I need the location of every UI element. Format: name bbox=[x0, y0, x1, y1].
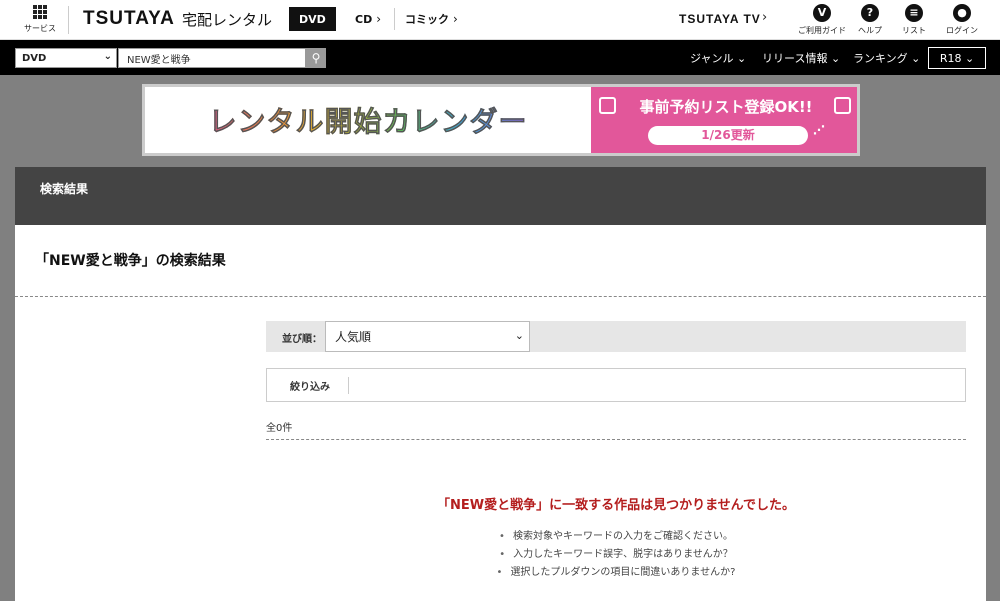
search-icon: ⚲ bbox=[311, 51, 321, 65]
guide-icon: V bbox=[813, 4, 831, 22]
tsutaya-logo[interactable]: TSUTAYA bbox=[83, 8, 175, 30]
sort-label: 並び順： bbox=[282, 334, 322, 345]
grid-icon bbox=[33, 5, 47, 19]
page-title: 「NEW愛と戦争」の検索結果 bbox=[35, 253, 226, 269]
list-item: 選択したプルダウンの項目に間違いありませんか? bbox=[266, 564, 966, 582]
list-icon: ≡ bbox=[905, 4, 923, 22]
service-menu-button[interactable]: サービス bbox=[22, 5, 58, 34]
divider bbox=[15, 296, 986, 297]
list-button[interactable]: ≡ リスト bbox=[887, 4, 941, 36]
category-tab-dvd[interactable]: DVD bbox=[289, 7, 336, 31]
nav-release-label: リリース情報 bbox=[762, 52, 828, 65]
chevron-down-icon: ⌄ bbox=[514, 329, 524, 342]
login-button[interactable]: ● ログイン bbox=[935, 4, 989, 36]
chevron-down-icon: ⌄ bbox=[103, 51, 112, 62]
guide-label: ご利用ガイド bbox=[798, 26, 846, 35]
sparkle-icon: ⋰ bbox=[813, 123, 825, 137]
sort-select[interactable]: 人気順 ⌄ bbox=[325, 321, 530, 352]
list-item: 入力したキーワード誤字、脱字はありませんか？ bbox=[266, 546, 966, 564]
chevron-right-icon: › bbox=[453, 12, 458, 26]
sort-value: 人気順 bbox=[335, 330, 372, 344]
chevron-down-icon: ⌄ bbox=[911, 52, 921, 65]
search-tips-list: 検索対象やキーワードの入力をご確認ください。 入力したキーワード誤字、脱字はあり… bbox=[266, 528, 966, 582]
divider bbox=[348, 377, 349, 394]
divider bbox=[266, 439, 966, 440]
nav-genre-label: ジャンル bbox=[690, 52, 734, 65]
search-category-select[interactable]: DVD ⌄ bbox=[15, 48, 117, 68]
list-item: 検索対象やキーワードの入力をご確認ください。 bbox=[266, 528, 966, 546]
banner-promo: 事前予約リスト登録OK!! 1/26更新 ⋰ bbox=[591, 87, 857, 153]
search-category-value: DVD bbox=[22, 52, 47, 64]
calendar-icon bbox=[834, 97, 851, 114]
chevron-right-icon: › bbox=[762, 10, 768, 25]
no-results-message: 「NEW愛と戦争」に一致する作品は見つかりませんでした。 bbox=[436, 498, 796, 513]
chevron-down-icon: ⌄ bbox=[830, 52, 841, 65]
user-icon: ● bbox=[953, 4, 971, 22]
list-label: リスト bbox=[902, 26, 926, 35]
tsutaya-tv-link[interactable]: TSUTAYA TV bbox=[679, 12, 761, 26]
help-icon: ? bbox=[861, 4, 879, 22]
chevron-right-icon: › bbox=[376, 12, 382, 26]
login-label: ログイン bbox=[946, 26, 978, 35]
result-count: 全0件 bbox=[266, 423, 293, 434]
r18-label: R18 bbox=[939, 51, 962, 65]
banner-left: レンタル開始カレンダー bbox=[145, 87, 591, 153]
category-tab-label: DVD bbox=[299, 12, 326, 26]
filter-bar: 絞り込み bbox=[266, 368, 966, 402]
chevron-down-icon: ⌄ bbox=[961, 51, 975, 65]
filter-button[interactable]: 絞り込み bbox=[290, 378, 330, 393]
rental-calendar-banner[interactable]: レンタル開始カレンダー 事前予約リスト登録OK!! 1/26更新 ⋰ bbox=[142, 84, 860, 156]
logo-subtitle[interactable]: 宅配レンタル bbox=[182, 9, 272, 30]
category-tab-cd[interactable]: CD › bbox=[345, 7, 391, 31]
panel-header: 検索結果 bbox=[15, 167, 986, 225]
banner-title: レンタル開始カレンダー bbox=[208, 100, 527, 140]
search-bar: DVD ⌄ NEW愛と戦争 ⚲ ジャンル ⌄ リリース情報 ⌄ ランキング ⌄ … bbox=[0, 40, 1000, 75]
nav-release-info[interactable]: リリース情報 ⌄ bbox=[762, 50, 840, 66]
banner-updated: 1/26更新 bbox=[648, 126, 808, 145]
category-tab-label: コミック bbox=[405, 13, 449, 26]
service-label: サービス bbox=[24, 24, 56, 33]
guide-button[interactable]: V ご利用ガイド bbox=[795, 4, 849, 36]
search-button[interactable]: ⚲ bbox=[306, 48, 326, 68]
nav-ranking[interactable]: ランキング ⌄ bbox=[853, 50, 920, 66]
panel-header-title: 検索結果 bbox=[40, 182, 89, 196]
sort-bar: 並び順： 人気順 ⌄ bbox=[266, 321, 966, 352]
r18-button[interactable]: R18 ⌄ bbox=[928, 47, 986, 69]
nav-genre[interactable]: ジャンル ⌄ bbox=[690, 50, 746, 66]
divider bbox=[68, 6, 69, 34]
banner-promo-text: 事前予約リスト登録OK!! bbox=[639, 98, 813, 116]
top-header: サービス TSUTAYA 宅配レンタル DVD CD › コミック › TSUT… bbox=[0, 0, 1000, 40]
category-tab-label: CD bbox=[355, 12, 373, 26]
nav-ranking-label: ランキング bbox=[853, 52, 908, 65]
chevron-down-icon: ⌄ bbox=[736, 52, 747, 65]
search-results-panel: 検索結果 「NEW愛と戦争」の検索結果 並び順： 人気順 ⌄ 絞り込み 全0件 … bbox=[15, 167, 986, 601]
category-tab-comic[interactable]: コミック › bbox=[395, 7, 468, 31]
search-input[interactable]: NEW愛と戦争 bbox=[118, 48, 306, 68]
